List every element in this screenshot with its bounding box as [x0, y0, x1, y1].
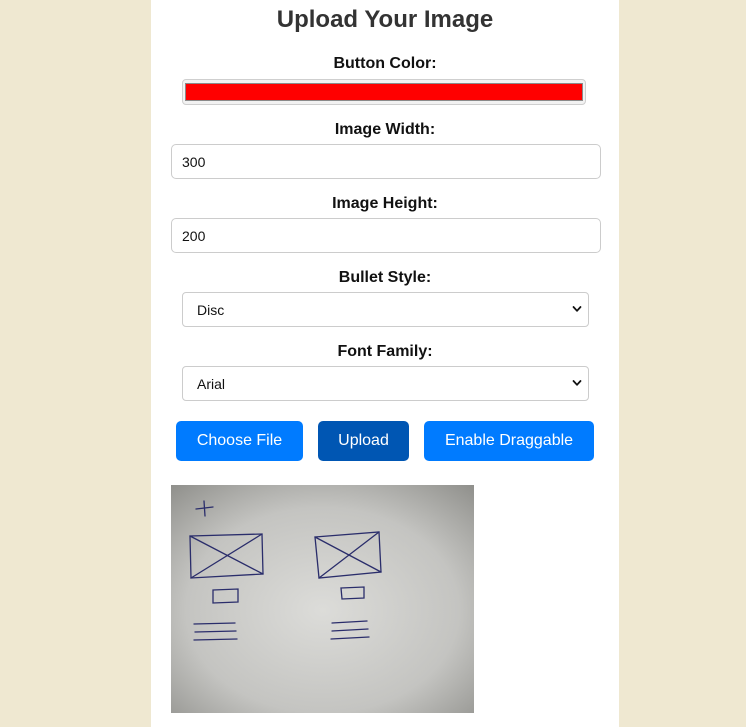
image-width-input[interactable]	[171, 144, 601, 179]
upload-button[interactable]: Upload	[318, 421, 409, 461]
chevron-down-icon	[572, 380, 582, 386]
uploaded-image-preview[interactable]	[171, 485, 474, 713]
upload-card: Upload Your Image Button Color: Image Wi…	[151, 0, 619, 727]
chevron-down-icon	[572, 306, 582, 312]
image-height-label: Image Height:	[332, 195, 438, 212]
enable-draggable-button[interactable]: Enable Draggable	[424, 421, 594, 461]
button-color-swatch	[185, 83, 583, 101]
bullet-style-label: Bullet Style:	[338, 269, 432, 286]
font-family-select[interactable]: Arial	[182, 366, 589, 401]
font-family-value: Arial	[197, 376, 226, 392]
bullet-style-select[interactable]: Disc	[182, 292, 589, 327]
image-height-input[interactable]	[171, 218, 601, 253]
wireframe-sketch-image	[171, 485, 474, 713]
button-color-label: Button Color:	[333, 55, 437, 72]
font-family-label: Font Family:	[337, 343, 433, 360]
button-color-picker[interactable]	[182, 79, 586, 105]
image-width-label: Image Width:	[334, 121, 436, 138]
choose-file-button[interactable]: Choose File	[176, 421, 303, 461]
page-title: Upload Your Image	[276, 6, 494, 33]
bullet-style-value: Disc	[197, 302, 225, 318]
